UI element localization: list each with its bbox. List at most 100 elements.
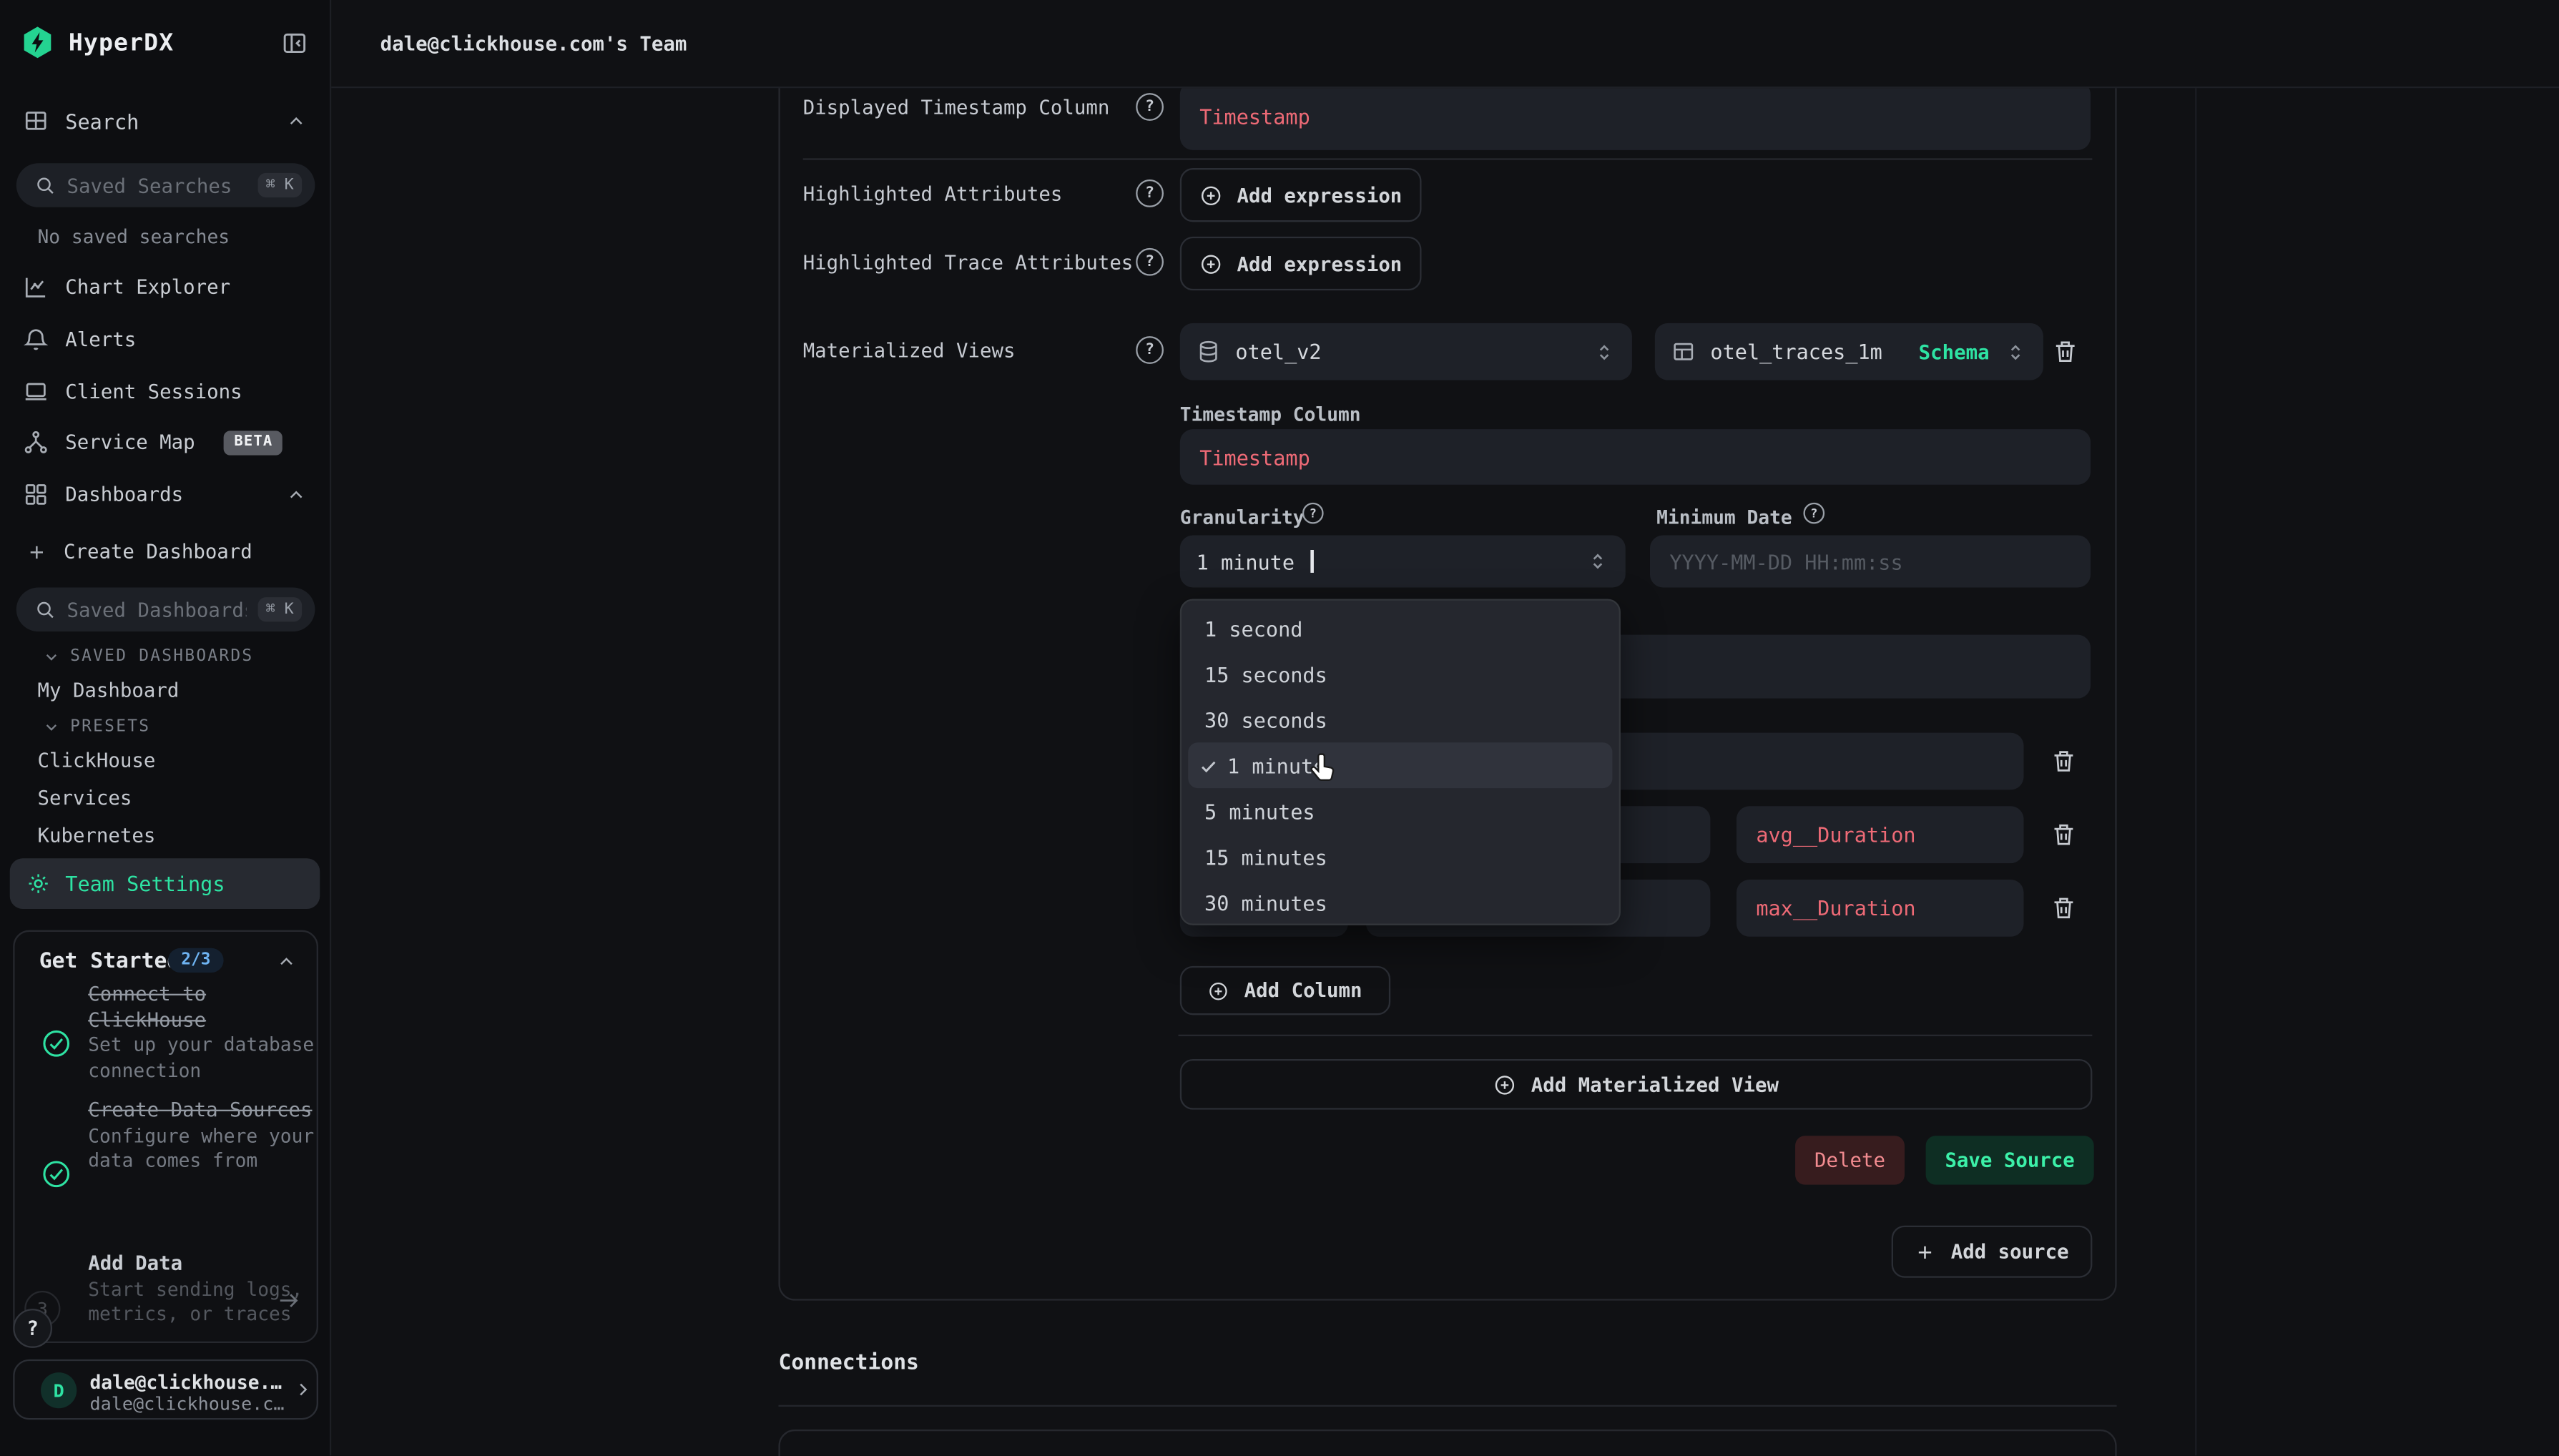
saved-searches-input[interactable]: Saved Searches ⌘ K bbox=[16, 163, 315, 207]
help-circle-icon[interactable]: ? bbox=[1803, 503, 1824, 524]
service-map-icon bbox=[23, 429, 49, 456]
dashboards-icon bbox=[23, 481, 49, 508]
connections-panel bbox=[778, 1430, 2116, 1456]
dropdown-option[interactable]: 15 minutes bbox=[1182, 834, 1619, 880]
saved-dashboards-placeholder: Saved Dashboards bbox=[67, 598, 247, 621]
sidebar-item-dashboards[interactable]: Dashboards bbox=[0, 470, 330, 518]
view-select[interactable]: otel_v2 bbox=[1180, 323, 1632, 380]
plus-circle-icon bbox=[1199, 252, 1222, 275]
chart-icon bbox=[23, 274, 49, 300]
delete-column-icon[interactable] bbox=[2050, 747, 2078, 775]
topbar: dale@clickhouse.com's Team bbox=[330, 0, 2559, 88]
highlighted-attributes-label: Highlighted Attributes bbox=[803, 183, 1063, 206]
chevron-right-icon bbox=[292, 1379, 313, 1400]
sidebar-section-search[interactable]: Search bbox=[0, 97, 330, 145]
unfold-icon bbox=[1593, 340, 1616, 363]
get-started-title: Get Started bbox=[39, 950, 180, 974]
sidebar-item-client-sessions[interactable]: Client Sessions bbox=[0, 367, 330, 415]
add-expression-button[interactable]: Add expression bbox=[1180, 168, 1422, 222]
user-menu[interactable]: D dale@clickhouse.… dale@clickhouse.c… bbox=[13, 1359, 318, 1420]
displayed-timestamp-label: Displayed Timestamp Column bbox=[803, 97, 1110, 119]
help-circle-icon[interactable]: ? bbox=[1136, 248, 1164, 276]
sidebar-item-service-map[interactable]: Service Map BETA bbox=[0, 418, 330, 466]
save-source-button[interactable]: Save Source bbox=[1926, 1136, 2094, 1184]
displayed-timestamp-input[interactable] bbox=[1180, 82, 2091, 150]
delete-column-icon[interactable] bbox=[2050, 821, 2078, 849]
progress-badge: 2/3 bbox=[168, 948, 224, 973]
sidebar-item-chart-explorer[interactable]: Chart Explorer bbox=[0, 262, 330, 311]
get-started-step-1[interactable]: Connect to ClickHouse Set up your databa… bbox=[88, 983, 318, 1084]
chevron-down-icon bbox=[42, 718, 60, 736]
plus-circle-icon bbox=[1199, 184, 1222, 207]
page-title: dale@clickhouse.com's Team bbox=[380, 0, 687, 87]
timestamp-column-label: Timestamp Column bbox=[1180, 403, 1361, 426]
granularity-dropdown: 1 second 15 seconds 30 seconds 1 minute … bbox=[1180, 599, 1621, 925]
granularity-combobox[interactable]: 1 minute bbox=[1180, 535, 1626, 587]
sidebar: HyperDX Search Saved Searches ⌘ K No sav… bbox=[0, 0, 331, 1455]
help-circle-icon[interactable]: ? bbox=[1136, 179, 1164, 207]
add-materialized-view-button[interactable]: Add Materialized View bbox=[1180, 1059, 2093, 1110]
magnifier-icon bbox=[34, 599, 56, 620]
add-source-button[interactable]: Add source bbox=[1892, 1226, 2093, 1278]
minimum-date-input[interactable] bbox=[1650, 535, 2091, 587]
chevron-up-icon bbox=[285, 110, 307, 132]
bell-icon bbox=[23, 326, 49, 353]
saved-dashboards-section-header[interactable]: SAVED DASHBOARDS bbox=[42, 648, 253, 666]
help-circle-icon[interactable]: ? bbox=[1136, 336, 1164, 364]
column-expression-input[interactable] bbox=[1737, 806, 2024, 863]
delete-materialized-view-icon[interactable] bbox=[2051, 338, 2079, 365]
check-icon bbox=[1198, 754, 1219, 776]
sidebar-item-kubernetes[interactable]: Kubernetes bbox=[37, 824, 155, 847]
saved-searches-placeholder: Saved Searches bbox=[67, 174, 247, 197]
dropdown-option-selected[interactable]: 1 minute bbox=[1188, 742, 1612, 788]
content-right-divider bbox=[2195, 87, 2196, 1456]
schema-link[interactable]: Schema bbox=[1919, 340, 1990, 363]
sidebar-item-alerts[interactable]: Alerts bbox=[0, 315, 330, 363]
minimum-date-label: Minimum Date bbox=[1656, 506, 1792, 528]
sidebar-item-services[interactable]: Services bbox=[37, 787, 132, 810]
plus-icon bbox=[26, 541, 48, 562]
help-button[interactable]: ? bbox=[13, 1309, 52, 1348]
dropdown-option[interactable]: 30 minutes bbox=[1182, 880, 1619, 925]
saved-dashboards-input[interactable]: Saved Dashboards ⌘ K bbox=[16, 587, 315, 631]
sidebar-item-team-settings[interactable]: Team Settings bbox=[10, 858, 320, 909]
delete-column-icon[interactable] bbox=[2050, 894, 2078, 922]
connections-heading: Connections bbox=[778, 1351, 918, 1375]
team-settings-label: Team Settings bbox=[65, 872, 225, 896]
help-circle-icon[interactable]: ? bbox=[1136, 93, 1164, 121]
delete-button[interactable]: Delete bbox=[1795, 1136, 1905, 1184]
table-icon bbox=[1671, 340, 1696, 364]
dropdown-option[interactable]: 5 minutes bbox=[1182, 788, 1619, 834]
column-expression-input[interactable] bbox=[1737, 880, 2024, 937]
shortcut-badge: ⌘ K bbox=[257, 173, 302, 197]
dropdown-option[interactable]: 30 seconds bbox=[1182, 697, 1619, 742]
collapse-sidebar-icon[interactable] bbox=[280, 29, 308, 57]
search-table-icon bbox=[23, 108, 49, 134]
presets-section-header[interactable]: PRESETS bbox=[42, 718, 150, 736]
brand-name: HyperDX bbox=[69, 31, 174, 57]
materialized-views-label: Materialized Views bbox=[803, 340, 1016, 363]
avatar: D bbox=[41, 1372, 77, 1408]
text-caret bbox=[1311, 550, 1313, 573]
add-expression-button[interactable]: Add expression bbox=[1180, 237, 1422, 290]
sidebar-item-my-dashboard[interactable]: My Dashboard bbox=[37, 679, 179, 702]
table-select[interactable]: otel_traces_1m Schema bbox=[1655, 323, 2043, 380]
create-dashboard-button[interactable]: Create Dashboard bbox=[0, 527, 330, 576]
add-column-button[interactable]: Add Column bbox=[1180, 966, 1390, 1015]
mouse-cursor bbox=[1307, 752, 1342, 790]
chevron-up-icon[interactable] bbox=[276, 951, 298, 973]
arrow-right-icon bbox=[276, 1287, 303, 1314]
section-label: Search bbox=[65, 109, 139, 133]
hyperdx-logo-icon bbox=[19, 24, 55, 60]
timestamp-column-input[interactable] bbox=[1180, 429, 2091, 485]
sidebar-item-clickhouse[interactable]: ClickHouse bbox=[37, 749, 155, 772]
user-email: dale@clickhouse.c… bbox=[90, 1394, 285, 1415]
dropdown-option[interactable]: 1 second bbox=[1182, 606, 1619, 651]
plus-circle-icon bbox=[1208, 980, 1229, 1001]
check-circle-icon bbox=[41, 1028, 72, 1059]
dropdown-option[interactable]: 15 seconds bbox=[1182, 651, 1619, 697]
get-started-step-2[interactable]: Create Data Sources Configure where your… bbox=[88, 1098, 318, 1175]
divider bbox=[1179, 1035, 2093, 1036]
help-circle-icon[interactable]: ? bbox=[1302, 503, 1324, 524]
beta-badge: BETA bbox=[225, 430, 283, 454]
